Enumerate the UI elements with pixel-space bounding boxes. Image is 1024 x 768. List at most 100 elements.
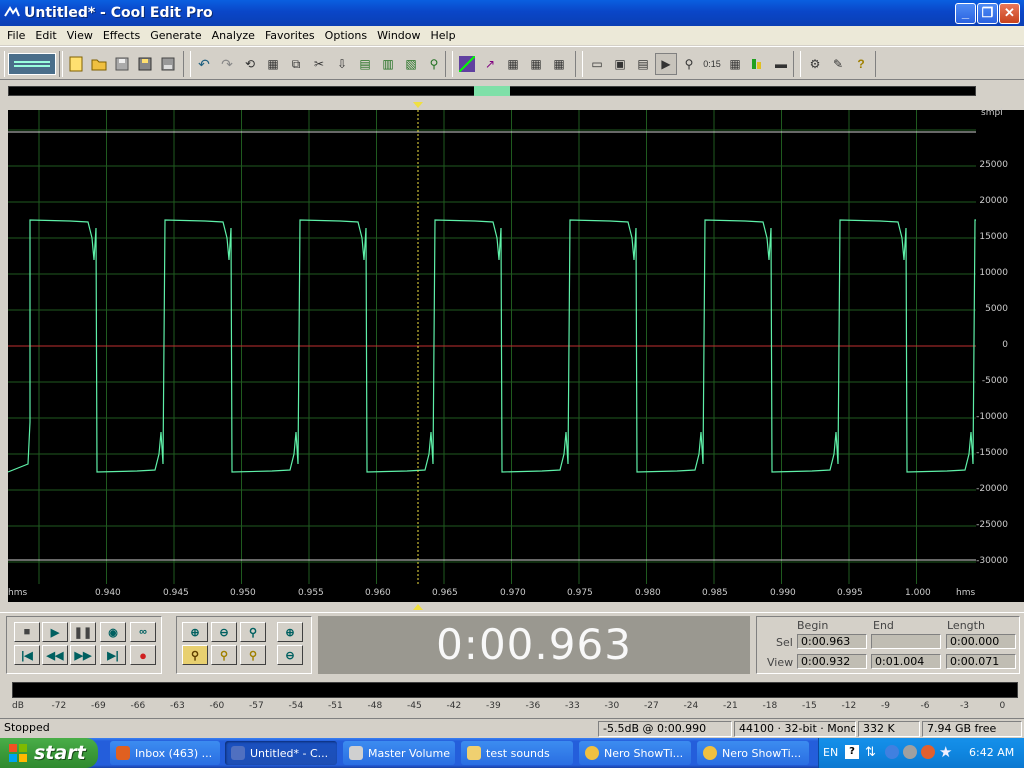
menu-help[interactable]: Help xyxy=(426,29,461,42)
menu-window[interactable]: Window xyxy=(372,29,425,42)
zoom-in-icon[interactable]: ⊕ xyxy=(182,622,208,642)
play-list-icon[interactable]: ▶ xyxy=(655,53,677,75)
mix-paste-icon[interactable]: ▥ xyxy=(377,53,399,75)
save-all-icon[interactable] xyxy=(157,53,179,75)
copy-icon[interactable]: ⧉ xyxy=(285,53,307,75)
save-icon[interactable] xyxy=(111,53,133,75)
undo-icon[interactable]: ↶ xyxy=(193,53,215,75)
tray-app-icon[interactable] xyxy=(885,745,899,759)
go-to-start-button[interactable]: |◀ xyxy=(14,645,40,665)
spectral-view-icon[interactable] xyxy=(456,53,478,75)
go-to-end-button[interactable]: ▶| xyxy=(100,645,126,665)
overview-view-range[interactable] xyxy=(474,86,510,96)
view-begin-field[interactable]: 0:00.932 xyxy=(797,654,867,669)
taskbar-item-test-sounds[interactable]: test sounds xyxy=(461,741,573,765)
view-length-field[interactable]: 0:00.071 xyxy=(946,654,1016,669)
tray-app-icon[interactable] xyxy=(921,745,935,759)
close-button[interactable]: ✕ xyxy=(999,3,1020,24)
sel-end-field[interactable] xyxy=(871,634,941,649)
taskbar-item-cool-edit[interactable]: Untitled* - C... xyxy=(225,741,337,765)
cursor-bottom-marker-icon[interactable] xyxy=(410,602,426,612)
snap-icon[interactable]: ↗ xyxy=(479,53,501,75)
copy-to-new-icon[interactable]: ▦ xyxy=(262,53,284,75)
multitrack-toggle-icon[interactable] xyxy=(8,53,56,75)
view-end-field[interactable]: 0:01.004 xyxy=(871,654,941,669)
maximize-button[interactable]: ❐ xyxy=(977,3,998,24)
taskbar-item-nero-1[interactable]: Nero ShowTi... xyxy=(579,741,691,765)
taskbar-item-nero-2[interactable]: Nero ShowTi... xyxy=(697,741,809,765)
language-indicator[interactable]: EN xyxy=(823,746,838,759)
time-window-icon[interactable]: 0:15 xyxy=(701,53,723,75)
start-button[interactable]: start xyxy=(0,738,98,768)
menu-analyze[interactable]: Analyze xyxy=(207,29,260,42)
trim-icon[interactable]: ▧ xyxy=(400,53,422,75)
level-meter-bar[interactable] xyxy=(12,682,1018,698)
record-button[interactable]: ● xyxy=(130,645,156,665)
grid-icon[interactable]: ▦ xyxy=(502,53,524,75)
status-bar-toggle-icon[interactable]: ▬ xyxy=(770,53,792,75)
help-icon[interactable]: ? xyxy=(850,53,872,75)
fast-forward-button[interactable]: ▶▶ xyxy=(70,645,96,665)
sel-length-field[interactable]: 0:00.000 xyxy=(946,634,1016,649)
taskbar-item-master-volume[interactable]: Master Volume xyxy=(343,741,455,765)
meter-db-label: -30 xyxy=(604,701,620,711)
info-window-icon[interactable]: ▣ xyxy=(609,53,631,75)
status-format: 44100 · 32-bit · Mono xyxy=(734,721,856,737)
repeat-last-icon[interactable]: ⟲ xyxy=(239,53,261,75)
waveform-canvas[interactable] xyxy=(8,110,976,584)
menu-options[interactable]: Options xyxy=(320,29,372,42)
scripts-icon[interactable]: ✎ xyxy=(827,53,849,75)
new-file-icon[interactable] xyxy=(65,53,87,75)
network-tray-icon[interactable]: ⇅ xyxy=(865,745,876,760)
zoom-window-icon[interactable]: ⚲ xyxy=(678,53,700,75)
level-meter-icon[interactable] xyxy=(747,53,769,75)
rewind-button[interactable]: ◀◀ xyxy=(42,645,68,665)
settings-gear-icon[interactable]: ⚙ xyxy=(804,53,826,75)
menu-view[interactable]: View xyxy=(62,29,98,42)
zoom-left-icon[interactable]: ⚲ xyxy=(211,645,237,665)
open-folder-icon[interactable] xyxy=(88,53,110,75)
title-bar[interactable]: Untitled* - Cool Edit Pro _ ❐ ✕ xyxy=(0,0,1024,26)
x-tick-label: 0.975 xyxy=(567,588,593,598)
zoom-out-vertical-icon[interactable]: ⊖ xyxy=(277,645,303,665)
layout-icon[interactable]: ▦ xyxy=(525,53,547,75)
play-to-end-button[interactable]: ◉ xyxy=(100,622,126,642)
play-button[interactable]: ▶ xyxy=(42,622,68,642)
zoom-in-vertical-icon[interactable]: ⊕ xyxy=(277,622,303,642)
zoom-selection-icon[interactable]: ⚲ xyxy=(182,645,208,665)
cut-icon[interactable]: ✂ xyxy=(308,53,330,75)
menu-generate[interactable]: Generate xyxy=(145,29,206,42)
clock[interactable]: 6:42 AM xyxy=(969,746,1014,759)
zoom-out-icon[interactable]: ⊖ xyxy=(211,622,237,642)
paste-icon[interactable]: ⇩ xyxy=(331,53,353,75)
time-ruler[interactable]: hms 0.940 0.945 0.950 0.955 0.960 0.965 … xyxy=(8,584,976,602)
tiles-icon[interactable]: ▦ xyxy=(548,53,570,75)
selection-window-icon[interactable]: ▦ xyxy=(724,53,746,75)
zero-cross-icon[interactable]: ⚲ xyxy=(423,53,445,75)
help-tray-icon[interactable]: ? xyxy=(845,745,859,759)
tray-app-icon[interactable] xyxy=(903,745,917,759)
waveform-display[interactable] xyxy=(8,110,976,584)
taskbar-item-label: Inbox (463) ... xyxy=(135,746,213,760)
zoom-right-icon[interactable]: ⚲ xyxy=(240,645,266,665)
organizer-window-icon[interactable]: ▭ xyxy=(586,53,608,75)
redo-icon[interactable]: ↷ xyxy=(216,53,238,75)
sel-begin-field[interactable]: 0:00.963 xyxy=(797,634,867,649)
minimize-button[interactable]: _ xyxy=(955,3,976,24)
menu-edit[interactable]: Edit xyxy=(30,29,61,42)
save-as-icon[interactable] xyxy=(134,53,156,75)
cursor-top-marker-icon[interactable] xyxy=(410,100,426,110)
pause-button[interactable]: ❚❚ xyxy=(70,622,96,642)
menu-file[interactable]: File xyxy=(2,29,30,42)
zoom-full-icon[interactable]: ⚲ xyxy=(240,622,266,642)
cue-list-icon[interactable]: ▤ xyxy=(632,53,654,75)
paste-to-new-icon[interactable]: ▤ xyxy=(354,53,376,75)
taskbar-item-inbox[interactable]: Inbox (463) ... xyxy=(110,741,220,765)
meter-db-label: -18 xyxy=(762,701,778,711)
menu-effects[interactable]: Effects xyxy=(98,29,145,42)
window-title: Untitled* - Cool Edit Pro xyxy=(24,5,213,21)
star-tray-icon[interactable]: ★ xyxy=(939,743,952,761)
loop-button[interactable]: ∞ xyxy=(130,622,156,642)
menu-favorites[interactable]: Favorites xyxy=(260,29,320,42)
stop-button[interactable]: ■ xyxy=(14,622,40,642)
